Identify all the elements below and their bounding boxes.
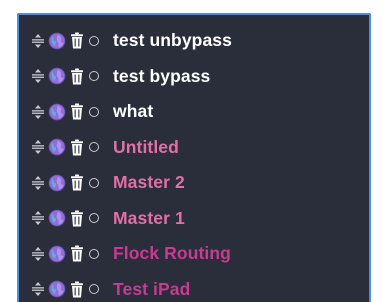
radio-button[interactable]: [89, 213, 99, 224]
trash-icon[interactable]: [70, 245, 84, 262]
drag-handle-icon[interactable]: [31, 68, 45, 84]
list-item: Untitled: [19, 130, 369, 166]
list-item-label[interactable]: test bypass: [113, 66, 210, 87]
trash-icon[interactable]: [70, 68, 84, 85]
globe-icon[interactable]: [48, 209, 66, 227]
trash-icon[interactable]: [70, 174, 84, 191]
list-item: test bypass: [19, 59, 369, 95]
list-item: Master 2: [19, 165, 369, 201]
radio-button[interactable]: [89, 106, 99, 117]
globe-icon[interactable]: [48, 280, 66, 298]
trash-icon[interactable]: [70, 139, 84, 156]
radio-button[interactable]: [89, 71, 99, 82]
radio-button[interactable]: [89, 284, 99, 295]
radio-button[interactable]: [89, 35, 99, 46]
list-item-label[interactable]: what: [113, 101, 153, 122]
list-item-label[interactable]: Untitled: [113, 137, 179, 158]
drag-handle-icon[interactable]: [31, 281, 45, 297]
scene-list-panel: test unbypass test bypass what Untitled …: [17, 13, 371, 302]
trash-icon[interactable]: [70, 103, 84, 120]
drag-handle-icon[interactable]: [31, 33, 45, 49]
trash-icon[interactable]: [70, 281, 84, 298]
radio-button[interactable]: [89, 248, 99, 259]
drag-handle-icon[interactable]: [31, 104, 45, 120]
drag-handle-icon[interactable]: [31, 175, 45, 191]
trash-icon[interactable]: [70, 32, 84, 49]
list-item-label[interactable]: Master 1: [113, 208, 185, 229]
list-item: test unbypass: [19, 23, 369, 59]
drag-handle-icon[interactable]: [31, 139, 45, 155]
drag-handle-icon[interactable]: [31, 210, 45, 226]
list-item-label[interactable]: Flock Routing: [113, 243, 231, 264]
globe-icon[interactable]: [48, 32, 66, 50]
radio-button[interactable]: [89, 142, 99, 153]
scene-list: test unbypass test bypass what Untitled …: [19, 15, 369, 302]
list-item-label[interactable]: Master 2: [113, 172, 185, 193]
list-item-label[interactable]: test unbypass: [113, 30, 232, 51]
list-item: what: [19, 94, 369, 130]
globe-icon[interactable]: [48, 67, 66, 85]
globe-icon[interactable]: [48, 138, 66, 156]
list-item: Master 1: [19, 201, 369, 237]
trash-icon[interactable]: [70, 210, 84, 227]
list-item: Test iPad: [19, 272, 369, 302]
globe-icon[interactable]: [48, 174, 66, 192]
list-item-label[interactable]: Test iPad: [113, 279, 190, 300]
globe-icon[interactable]: [48, 103, 66, 121]
list-item: Flock Routing: [19, 236, 369, 272]
radio-button[interactable]: [89, 177, 99, 188]
globe-icon[interactable]: [48, 245, 66, 263]
drag-handle-icon[interactable]: [31, 246, 45, 262]
